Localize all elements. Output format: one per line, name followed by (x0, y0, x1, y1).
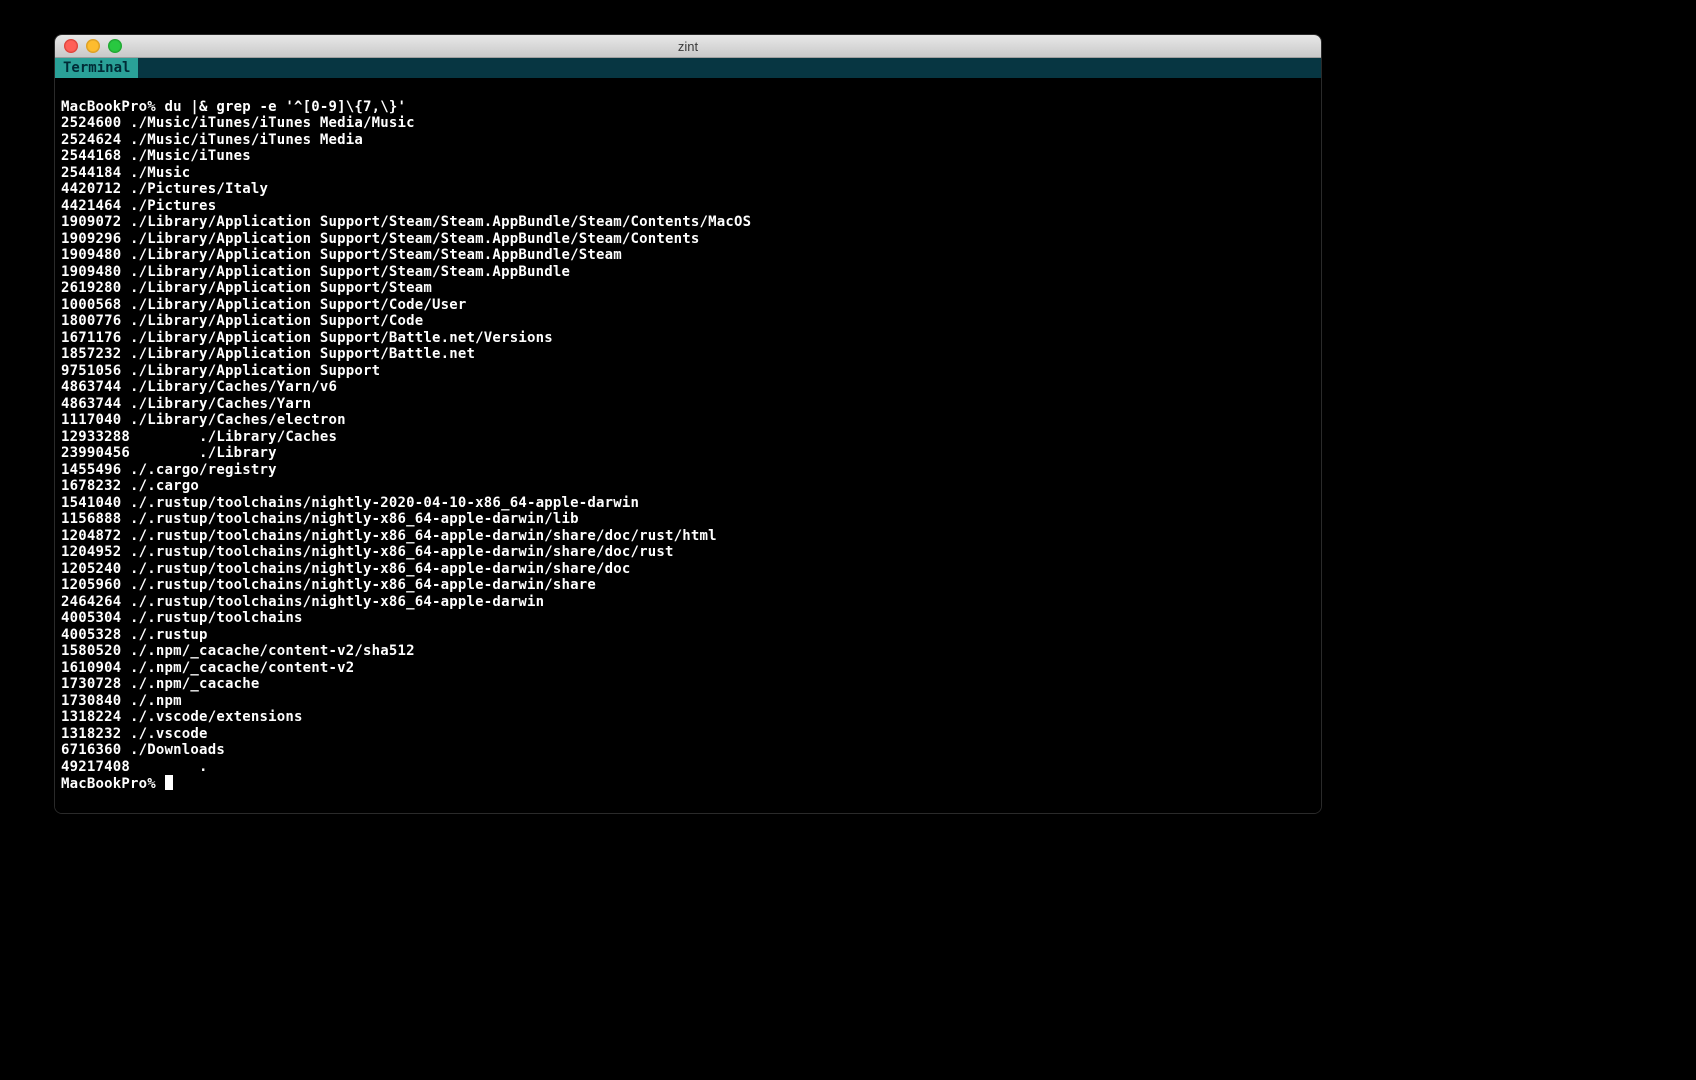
shell-prompt: MacBookPro% (61, 99, 165, 115)
shell-prompt: MacBookPro% (61, 776, 165, 792)
terminal-window: zint Terminal MacBookPro% du |& grep -e … (54, 34, 1322, 814)
window-titlebar[interactable]: zint (55, 35, 1321, 58)
command-text: du |& grep -e '^[0-9]\{7,\}' (165, 99, 407, 115)
close-icon[interactable] (64, 39, 78, 53)
tab-terminal[interactable]: Terminal (55, 58, 138, 78)
command-output: 2524600 ./Music/iTunes/iTunes Media/Musi… (61, 115, 1315, 775)
zoom-icon[interactable] (108, 39, 122, 53)
window-title: zint (55, 39, 1321, 54)
cursor-block (165, 775, 173, 790)
traffic-lights (64, 39, 122, 53)
terminal-viewport[interactable]: MacBookPro% du |& grep -e '^[0-9]\{7,\}'… (55, 78, 1321, 814)
minimize-icon[interactable] (86, 39, 100, 53)
tab-bar: Terminal (55, 58, 1321, 78)
